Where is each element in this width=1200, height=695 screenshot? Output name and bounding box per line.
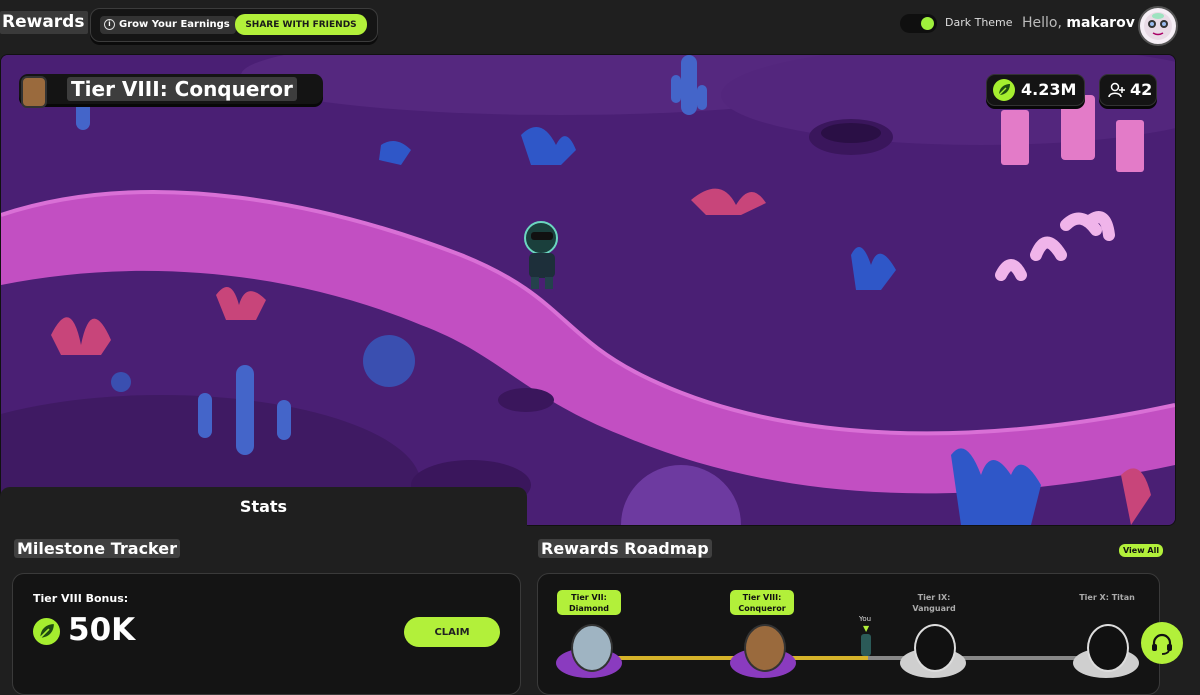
alien-landscape [1, 55, 1175, 525]
roadmap-card: Tier VII: Diamond Tier VIII: Conqueror Tie… [537, 573, 1160, 695]
share-with-friends-button[interactable]: SHARE WITH FRIENDS [235, 14, 367, 35]
promo-pill: i Grow Your Earnings SHARE WITH FRIENDS [90, 8, 378, 42]
bonus-label: Tier VIII Bonus: [33, 592, 129, 605]
friends-counter[interactable]: 42 [1099, 74, 1157, 106]
leaf-icon [33, 618, 60, 645]
dark-theme-toggle[interactable] [900, 14, 937, 33]
game-scene: Tier VIII: Conqueror 4.23M 42 [0, 54, 1176, 526]
headset-icon [1152, 633, 1172, 655]
current-tier-title: Tier VIII: Conqueror [67, 77, 297, 101]
greeting: Hello, makarov [1022, 15, 1135, 31]
earnings-value: 4.23M [1021, 80, 1077, 99]
toggle-knob [921, 17, 934, 30]
roadmap-tier-vii[interactable]: Tier VII: Diamond [557, 590, 621, 615]
roadmap-tier-ix[interactable]: Tier IX: Vanguard [899, 592, 969, 614]
greeting-prefix: Hello, [1022, 15, 1062, 31]
tier-viii-line1: Tier VIII: [742, 593, 782, 602]
tab-stats[interactable]: Stats [0, 487, 527, 527]
roadmap-tier-x[interactable]: Tier X: Titan [1072, 592, 1142, 603]
milestone-card: Tier VIII Bonus: 50K CLAIM [12, 573, 521, 695]
roadmap-tier-viii[interactable]: Tier VIII: Conqueror [730, 590, 794, 615]
tier-vii-line2: Diamond [568, 604, 610, 613]
claim-button[interactable]: CLAIM [404, 617, 500, 647]
tier-viii-gem-icon [744, 624, 786, 672]
grow-earnings-text: Grow Your Earnings [119, 19, 230, 30]
friends-count: 42 [1130, 80, 1153, 99]
tier-ix-line2: Vanguard [912, 604, 956, 613]
tier-vii-gem-icon [571, 624, 613, 672]
you-marker-label: You [859, 615, 872, 623]
milestone-tracker-title: Milestone Tracker [14, 539, 180, 558]
tab-stats-label: Stats [239, 497, 288, 516]
username: makarov [1066, 15, 1135, 31]
earnings-counter: 4.23M [986, 74, 1085, 106]
tier-coin-icon [21, 76, 47, 108]
tier-x-locked-icon [1087, 624, 1129, 672]
leaf-icon [993, 79, 1015, 101]
header-bar: Rewards i Grow Your Earnings SHARE WITH F… [0, 0, 1200, 50]
app-title: Rewards [0, 11, 89, 34]
support-button[interactable] [1141, 622, 1183, 664]
you-avatar-icon [861, 634, 871, 656]
roadmap-progress-line [588, 656, 868, 660]
user-avatar[interactable] [1138, 6, 1178, 46]
info-icon: i [104, 18, 115, 30]
avatar-face-icon [1144, 12, 1172, 40]
tier-x-line1: Tier X: Titan [1079, 593, 1135, 602]
view-all-button[interactable]: View All [1119, 544, 1164, 557]
dark-theme-label: Dark Theme [945, 16, 1013, 29]
add-user-icon [1108, 82, 1125, 98]
bonus-amount: 50K [68, 612, 136, 648]
tier-vii-line1: Tier VII: [571, 593, 607, 602]
current-tier-badge: Tier VIII: Conqueror [19, 74, 323, 108]
rewards-roadmap-title: Rewards Roadmap [538, 539, 712, 558]
grow-earnings-label[interactable]: i Grow Your Earnings [100, 16, 236, 34]
tier-ix-locked-icon [914, 624, 956, 672]
tier-viii-line2: Conqueror [738, 604, 786, 613]
tier-ix-line1: Tier IX: [917, 593, 951, 602]
you-arrow-icon: ▼ [863, 624, 870, 633]
